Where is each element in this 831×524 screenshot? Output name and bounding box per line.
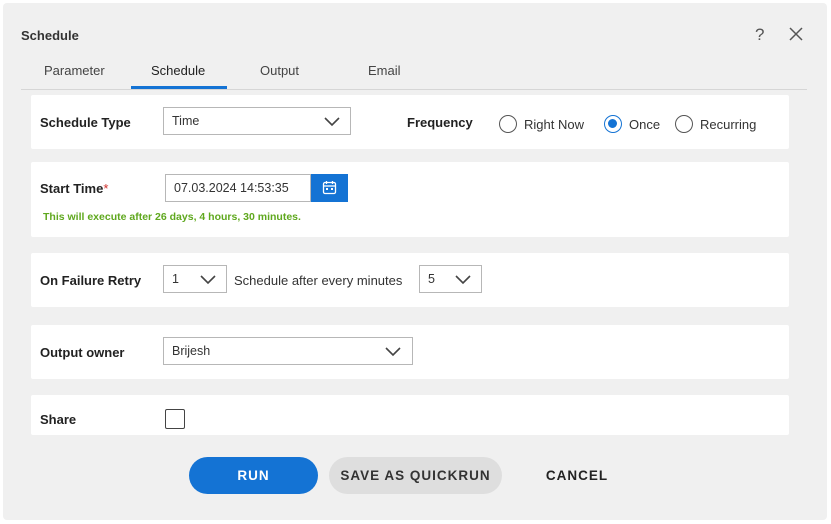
dialog-title: Schedule [21,28,79,43]
retry-interval-value: 5 [428,272,435,286]
frequency-label: Frequency [407,115,473,130]
save-as-quickrun-button[interactable]: SAVE AS QUICKRUN [329,457,502,494]
run-button[interactable]: RUN [189,457,318,494]
tab-bar: Parameter Schedule Output Email [21,55,807,90]
radio-label: Recurring [700,117,757,132]
required-marker: * [103,181,109,196]
start-time-label-text: Start Time [40,181,104,196]
failure-retry-card: On Failure Retry 1 Schedule after every … [31,253,789,307]
radio-circle[interactable] [675,115,693,133]
share-checkbox[interactable] [165,409,185,429]
help-icon[interactable]: ? [755,25,771,45]
retry-interval-select[interactable]: 5 [419,265,482,293]
radio-label: Once [629,117,661,132]
output-owner-select[interactable]: Brijesh [163,337,413,365]
tab-parameter[interactable]: Parameter [44,63,105,78]
retry-interval-label: Schedule after every minutes [234,273,403,288]
share-card: Share [31,395,789,435]
chevron-down-icon [200,275,216,285]
schedule-type-select[interactable]: Time [163,107,351,135]
failure-retry-label: On Failure Retry [40,273,142,288]
tab-email[interactable]: Email [368,63,401,78]
calendar-icon [322,181,337,195]
start-time-label: Start Time* [40,181,108,196]
retry-count-value: 1 [172,272,179,286]
start-time-value: 07.03.2024 14:53:35 [174,181,289,195]
chevron-down-icon [324,117,340,127]
radio-circle-selected[interactable] [604,115,622,133]
radio-label: Right Now [524,117,584,132]
schedule-type-card: Schedule Type Time Frequency Right Now O… [31,95,789,149]
active-tab-indicator [131,86,227,89]
start-time-card: Start Time* 07.03.2024 14:53:35 This wil… [31,162,789,237]
start-time-input[interactable]: 07.03.2024 14:53:35 [165,174,311,202]
output-owner-value: Brijesh [172,344,211,358]
cancel-button[interactable]: CANCEL [521,457,633,494]
calendar-button[interactable] [311,174,348,202]
share-label: Share [40,412,77,427]
chevron-down-icon [455,275,471,285]
output-owner-card: Output owner Brijesh [31,325,789,379]
execution-hint: This will execute after 26 days, 4 hours… [43,211,301,223]
tab-schedule[interactable]: Schedule [151,63,205,78]
radio-circle[interactable] [499,115,517,133]
schedule-dialog: Schedule ? Parameter Schedule Output Ema… [3,3,827,520]
tab-output[interactable]: Output [260,63,299,78]
chevron-down-icon [385,347,401,357]
retry-count-select[interactable]: 1 [163,265,227,293]
output-owner-label: Output owner [40,345,125,360]
schedule-type-value: Time [172,114,200,128]
close-icon[interactable] [788,26,804,42]
schedule-type-label: Schedule Type [40,115,131,130]
